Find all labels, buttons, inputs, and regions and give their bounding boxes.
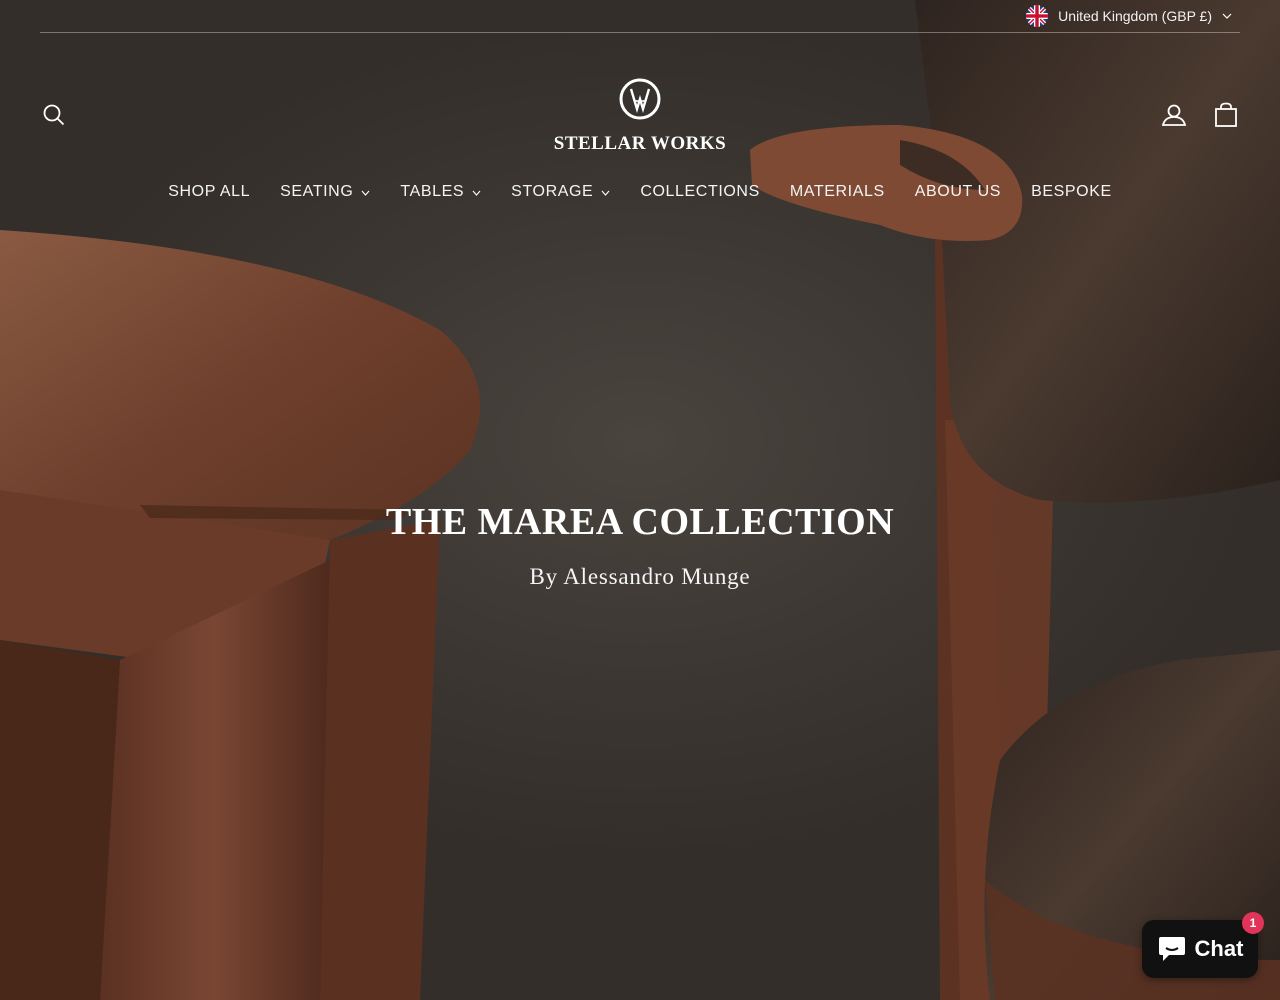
nav-label: SHOP ALL — [168, 183, 251, 200]
top-bar: United Kingdom (GBP £) — [40, 0, 1240, 33]
nav-label: ABOUT US — [914, 183, 1002, 200]
main-navigation: SHOP ALL SEATING TABLES STORAGE COLLECTI… — [0, 178, 1280, 206]
site-header: STELLAR WORKS SHOP ALL SEATING TABLES ST… — [0, 33, 1280, 213]
nav-item-shop-all[interactable]: SHOP ALL — [153, 178, 265, 206]
chat-label: Chat — [1194, 936, 1244, 961]
nav-item-bespoke[interactable]: BESPOKE — [1016, 178, 1127, 206]
nav-item-collections[interactable]: COLLECTIONS — [625, 178, 775, 206]
nav-item-seating[interactable]: SEATING — [265, 178, 385, 206]
cart-button[interactable] — [1210, 99, 1242, 131]
chat-bubble-icon — [1158, 937, 1185, 961]
chevron-down-icon — [1222, 13, 1232, 19]
chat-button[interactable]: Chat 1 — [1142, 912, 1264, 978]
nav-item-about-us[interactable]: ABOUT US — [900, 178, 1016, 206]
hero-title: THE MAREA COLLECTION — [385, 501, 895, 543]
shopping-bag-icon — [1215, 102, 1237, 127]
search-button[interactable] — [38, 99, 70, 131]
nav-label: SEATING — [280, 183, 354, 200]
nav-item-materials[interactable]: MATERIALS — [775, 178, 900, 206]
nav-label: STORAGE — [511, 183, 594, 200]
nav-item-storage[interactable]: STORAGE — [496, 178, 625, 206]
locale-selector[interactable]: United Kingdom (GBP £) — [1026, 4, 1232, 28]
chevron-down-icon — [472, 190, 481, 196]
chevron-down-icon — [361, 190, 370, 196]
notification-badge: 1 — [1242, 912, 1264, 934]
brand-logo[interactable]: STELLAR WORKS — [540, 77, 740, 157]
hero-subtitle: By Alessandro Munge — [529, 564, 751, 589]
user-icon — [1161, 104, 1187, 126]
uk-flag-icon — [1026, 5, 1049, 27]
brand-name: STELLAR WORKS — [553, 133, 727, 154]
nav-label: MATERIALS — [789, 183, 885, 200]
nav-label: COLLECTIONS — [640, 183, 760, 200]
nav-item-tables[interactable]: TABLES — [385, 178, 496, 206]
search-icon — [43, 104, 65, 126]
chevron-down-icon — [601, 190, 610, 196]
locale-label: United Kingdom (GBP £) — [1058, 8, 1212, 24]
nav-label: TABLES — [400, 183, 465, 200]
nav-label: BESPOKE — [1031, 183, 1112, 200]
logo-emblem-icon — [619, 78, 661, 120]
account-button[interactable] — [1158, 99, 1190, 131]
